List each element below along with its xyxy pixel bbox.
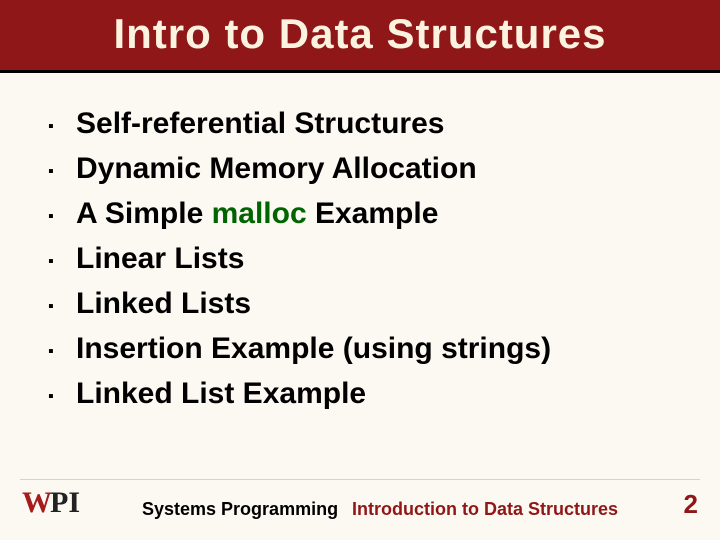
list-item: Dynamic Memory Allocation [48, 146, 678, 191]
list-item: Self-referential Structures [48, 101, 678, 146]
bullet-text: Linked Lists [76, 287, 251, 320]
logo-pi: PI [50, 486, 80, 520]
bullet-text-prefix: A Simple [76, 197, 212, 230]
bullet-keyword: malloc [212, 197, 307, 230]
list-item: Linear Lists [48, 236, 678, 281]
list-item: Insertion Example (using strings) [48, 326, 678, 371]
slide-title: Intro to Data Structures [0, 10, 720, 58]
logo-w: W [22, 486, 49, 520]
bullet-text: Linear Lists [76, 242, 244, 275]
bullet-text: Self-referential Structures [76, 107, 444, 140]
bullet-text-suffix: Example [307, 197, 439, 230]
list-item: A Simple malloc Example [48, 191, 678, 236]
footer-left-text: Systems Programming [142, 499, 338, 520]
title-bar: Intro to Data Structures [0, 0, 720, 73]
footer-separator [20, 479, 700, 480]
slide: Intro to Data Structures Self-referentia… [0, 0, 720, 540]
bullet-text: Insertion Example (using strings) [76, 332, 551, 365]
list-item: Linked List Example [48, 371, 678, 416]
content-area: Self-referential Structures Dynamic Memo… [0, 73, 720, 416]
footer: WPI Systems Programming Introduction to … [0, 486, 720, 520]
page-number: 2 [684, 489, 698, 520]
bullet-list: Self-referential Structures Dynamic Memo… [48, 101, 678, 416]
list-item: Linked Lists [48, 281, 678, 326]
bullet-text: Linked List Example [76, 377, 366, 410]
bullet-text: Dynamic Memory Allocation [76, 152, 477, 185]
wpi-logo: WPI [22, 486, 80, 520]
footer-center-text: Introduction to Data Structures [352, 499, 618, 520]
